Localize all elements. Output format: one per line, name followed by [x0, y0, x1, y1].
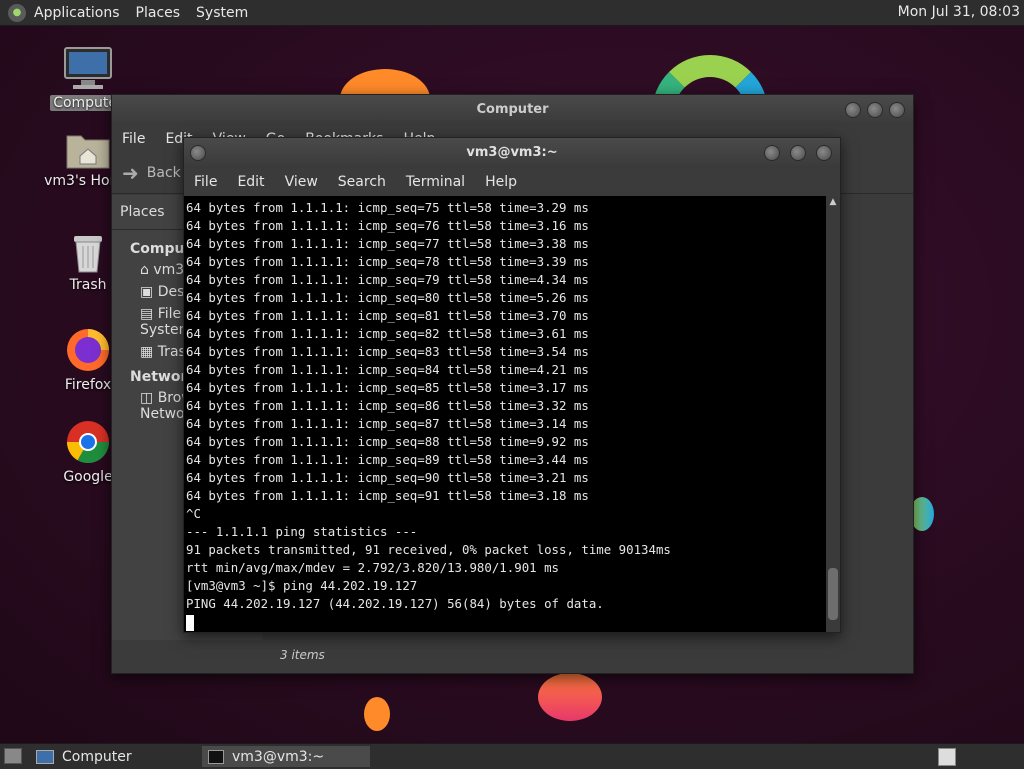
scroll-up-arrow-icon[interactable]: ▲: [826, 196, 840, 208]
computer-icon: [36, 749, 54, 764]
menu-system[interactable]: System: [196, 5, 248, 21]
firefox-icon: [67, 329, 109, 371]
terminal-line: 64 bytes from 1.1.1.1: icmp_seq=88 ttl=5…: [186, 434, 589, 449]
terminal-line: 64 bytes from 1.1.1.1: icmp_seq=87 ttl=5…: [186, 416, 589, 431]
terminal-line: 64 bytes from 1.1.1.1: icmp_seq=78 ttl=5…: [186, 254, 589, 269]
terminal-line: 64 bytes from 1.1.1.1: icmp_seq=91 ttl=5…: [186, 488, 589, 503]
window-title: vm3@vm3:~: [466, 145, 558, 160]
desktop-icon-label: Google: [63, 469, 113, 485]
chrome-icon: [67, 421, 109, 464]
term-menu-search[interactable]: Search: [338, 174, 386, 190]
terminal-scrollbar[interactable]: ▲: [826, 196, 840, 632]
workspace-switcher-icon[interactable]: [938, 748, 956, 766]
terminal-menubar: File Edit View Search Terminal Help: [184, 168, 840, 196]
wallpaper-orange-blob: [538, 673, 602, 721]
terminal-line: 64 bytes from 1.1.1.1: icmp_seq=79 ttl=5…: [186, 272, 589, 287]
terminal-line: 64 bytes from 1.1.1.1: icmp_seq=76 ttl=5…: [186, 218, 589, 233]
term-menu-file[interactable]: File: [194, 174, 217, 190]
task-computer[interactable]: Computer: [36, 746, 200, 767]
terminal-line: 64 bytes from 1.1.1.1: icmp_seq=82 ttl=5…: [186, 326, 589, 341]
scrollbar-thumb[interactable]: [828, 568, 838, 620]
terminal-line: 64 bytes from 1.1.1.1: icmp_seq=77 ttl=5…: [186, 236, 589, 251]
terminal-cursor-line: [186, 613, 826, 631]
window-title: Computer: [476, 102, 549, 117]
window-menu-button[interactable]: [190, 145, 206, 161]
terminal-icon: [208, 749, 224, 764]
terminal-line: 64 bytes from 1.1.1.1: icmp_seq=75 ttl=5…: [186, 200, 589, 215]
terminal-line: rtt min/avg/max/mdev = 2.792/3.820/13.98…: [186, 560, 559, 575]
terminal-line: PING 44.202.19.127 (44.202.19.127) 56(84…: [186, 596, 604, 611]
minimize-button[interactable]: [764, 145, 780, 161]
trash-icon: ▦: [140, 344, 158, 360]
fm-menu-file[interactable]: File: [122, 131, 145, 147]
text-cursor: [186, 614, 194, 631]
terminal-output[interactable]: 64 bytes from 1.1.1.1: icmp_seq=75 ttl=5…: [184, 196, 826, 632]
desktop-icon-label: Firefox: [64, 377, 112, 393]
terminal-line: --- 1.1.1.1 ping statistics ---: [186, 524, 418, 539]
distro-logo-icon[interactable]: ●: [8, 3, 26, 22]
terminal-window: vm3@vm3:~ File Edit View Search Terminal…: [183, 137, 841, 633]
terminal-line: 91 packets transmitted, 91 received, 0% …: [186, 542, 671, 557]
status-text: 3 items: [280, 648, 325, 662]
task-terminal[interactable]: vm3@vm3:~: [202, 746, 370, 767]
clock[interactable]: Mon Jul 31, 08:03: [898, 4, 1020, 20]
term-menu-help[interactable]: Help: [485, 174, 517, 190]
home-folder-icon: ⌂: [140, 262, 154, 278]
menu-applications[interactable]: Applications: [34, 5, 120, 21]
minimize-button[interactable]: [845, 102, 861, 118]
terminal-line: [vm3@vm3 ~]$ ping 44.202.19.127: [186, 578, 418, 593]
close-button[interactable]: [889, 102, 905, 118]
trash-icon: [74, 236, 102, 273]
maximize-button[interactable]: [790, 145, 806, 161]
desktop-icon-label: Trash: [69, 277, 107, 293]
terminal-line: 64 bytes from 1.1.1.1: icmp_seq=84 ttl=5…: [186, 362, 589, 377]
top-panel: ● Applications Places System Mon Jul 31,…: [0, 0, 1024, 26]
terminal-line: 64 bytes from 1.1.1.1: icmp_seq=90 ttl=5…: [186, 470, 589, 485]
close-button[interactable]: [816, 145, 832, 161]
terminal-line: 64 bytes from 1.1.1.1: icmp_seq=83 ttl=5…: [186, 344, 589, 359]
terminal-line: 64 bytes from 1.1.1.1: icmp_seq=80 ttl=5…: [186, 290, 589, 305]
file-manager-titlebar[interactable]: Computer: [112, 95, 913, 125]
desktop-folder-icon: ▣: [140, 284, 158, 300]
home-folder-icon: [66, 135, 110, 169]
terminal-line: 64 bytes from 1.1.1.1: icmp_seq=85 ttl=5…: [186, 380, 589, 395]
maximize-button[interactable]: [867, 102, 883, 118]
term-menu-edit[interactable]: Edit: [237, 174, 264, 190]
back-arrow-icon[interactable]: ➜: [122, 161, 139, 185]
term-menu-view[interactable]: View: [285, 174, 318, 190]
terminal-titlebar[interactable]: vm3@vm3:~: [184, 138, 840, 168]
terminal-line: 64 bytes from 1.1.1.1: icmp_seq=86 ttl=5…: [186, 398, 589, 413]
menu-places[interactable]: Places: [136, 5, 181, 21]
network-icon: ◫: [140, 390, 158, 406]
term-menu-terminal[interactable]: Terminal: [406, 174, 465, 190]
terminal-line: 64 bytes from 1.1.1.1: icmp_seq=89 ttl=5…: [186, 452, 589, 467]
terminal-line: 64 bytes from 1.1.1.1: icmp_seq=81 ttl=5…: [186, 308, 589, 323]
back-button[interactable]: Back: [147, 165, 181, 181]
terminal-line: ^C: [186, 506, 201, 521]
computer-icon: [64, 47, 112, 89]
show-desktop-icon[interactable]: [4, 748, 22, 764]
bottom-taskbar: Computer vm3@vm3:~: [0, 743, 1024, 769]
fm-statusbar: 3 items: [264, 648, 325, 662]
drive-icon: ▤: [140, 306, 158, 322]
wallpaper-orange-blob: [364, 697, 390, 731]
terminal-text: 64 bytes from 1.1.1.1: icmp_seq=75 ttl=5…: [184, 196, 826, 631]
